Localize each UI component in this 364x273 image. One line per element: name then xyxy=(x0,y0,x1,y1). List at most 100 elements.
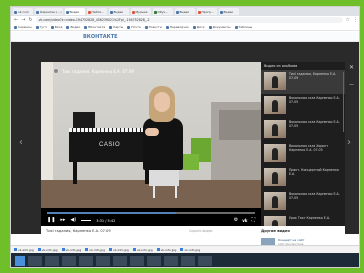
bookmark-item[interactable]: Диск xyxy=(192,25,205,29)
favicon-icon xyxy=(87,10,91,14)
bookmark-item[interactable]: Почта xyxy=(127,25,141,29)
next-video-icon[interactable]: › xyxy=(347,137,351,148)
bookmark-item[interactable]: Переводчик xyxy=(165,25,189,29)
playlist-thumbnail[interactable] xyxy=(264,96,286,114)
bookmark-item[interactable]: Таблицы xyxy=(234,25,252,29)
bookmark-item[interactable]: Карты xyxy=(109,25,123,29)
pause-icon[interactable]: ❚❚ xyxy=(47,218,55,223)
os-taskbar xyxy=(11,253,359,267)
playlist-item-title[interactable]: Урок Такт Карпенко Е.А. xyxy=(289,216,330,226)
playlist-item-title[interactable]: Практ. Концертной Карпенко Е.А. xyxy=(289,168,342,188)
minimize-icon[interactable]: — xyxy=(349,82,354,88)
bookmark-item[interactable]: Вход xyxy=(50,25,62,29)
taskbar-app[interactable] xyxy=(113,256,127,266)
playlist-item[interactable]: Вокальная сказ Карпенко Е.А. 07.05 xyxy=(261,94,345,118)
playlist-scrollbar[interactable] xyxy=(343,72,344,132)
download-item[interactable]: vk-info.jpg xyxy=(14,248,34,252)
back-icon[interactable]: ← xyxy=(14,17,18,23)
star-icon[interactable]: ☆ xyxy=(346,17,350,23)
browser-tab[interactable]: Прогр... xyxy=(196,8,217,15)
progress-bar[interactable] xyxy=(47,212,255,214)
download-item[interactable]: vk-info.jpg xyxy=(132,248,153,252)
bookmark-item[interactable]: Гугл xyxy=(35,25,47,29)
taskbar-app[interactable] xyxy=(198,256,212,266)
bookmark-icon xyxy=(109,25,113,29)
taskbar-app[interactable] xyxy=(164,256,178,266)
playlist-thumbnail[interactable] xyxy=(264,72,286,90)
vk-logo[interactable]: ВКОНТАКТЕ xyxy=(83,34,118,40)
playlist-thumbnail[interactable] xyxy=(264,192,286,210)
playlist-item[interactable]: Вокальная сказ Карпенко Е.А. 07.05 xyxy=(261,190,345,214)
volume-icon[interactable]: ◀) xyxy=(70,218,76,223)
prev-video-icon[interactable]: ‹ xyxy=(19,137,23,148)
bookmark-item[interactable]: Видео xyxy=(66,25,80,29)
bookmark-item[interactable]: Новости xyxy=(144,25,162,29)
browser-tab[interactable]: Музыка xyxy=(130,8,151,15)
avatar[interactable] xyxy=(53,68,59,74)
download-label: vk-info.jpg xyxy=(184,247,201,252)
playlist-thumbnail[interactable] xyxy=(264,120,286,138)
bookmark-label: Сервисы xyxy=(18,25,32,29)
browser-tab[interactable]: Видео xyxy=(218,8,239,15)
download-item[interactable]: vk-info.jpg xyxy=(61,248,81,252)
bookmark-item[interactable]: Документы xyxy=(208,25,231,29)
playlist-item-title[interactable]: Вокальная сказ Карпенко Е.А. 07.05 xyxy=(289,192,342,212)
vk-icon[interactable]: vk xyxy=(242,218,247,223)
bookmark-label: Карты xyxy=(113,25,124,29)
taskbar-app[interactable] xyxy=(96,256,110,266)
tab-label: Видео xyxy=(69,10,80,14)
next-icon[interactable]: ▸▸ xyxy=(60,218,65,223)
video-frame[interactable]: CASIO Тихі гадания, Карпенко Е.А. 07.09 xyxy=(41,62,261,208)
download-label: vk-info.jpg xyxy=(160,247,177,252)
download-item[interactable]: vk-info.jpg xyxy=(85,248,105,252)
taskbar-app[interactable] xyxy=(79,256,93,266)
video-player[interactable]: CASIO Тихі гадания, Карпенко Е.А. 07.09 xyxy=(41,62,261,226)
url-field[interactable]: vk.com/video?z=video-194752828_456239021… xyxy=(35,17,343,23)
browser-tab[interactable]: Видео xyxy=(174,8,195,15)
volume-slider[interactable] xyxy=(81,220,92,221)
browser-tab[interactable]: vk.com xyxy=(13,8,33,15)
playlist-item[interactable]: Урок Такт Карпенко Е.А. xyxy=(261,214,345,226)
bookmark-item[interactable]: ВКонтакте xyxy=(84,25,105,29)
hide-video-link[interactable]: Скрыть видео xyxy=(189,229,213,233)
taskbar-app[interactable] xyxy=(62,256,76,266)
taskbar-app[interactable] xyxy=(45,256,59,266)
close-icon[interactable]: ✕ xyxy=(349,64,354,71)
playlist-item[interactable]: Практ. Концертной Карпенко Е.А. xyxy=(261,166,345,190)
fullscreen-icon[interactable]: ⛶ xyxy=(251,218,255,223)
download-item[interactable]: vk-info.jpg xyxy=(180,248,200,252)
browser-tab[interactable]: Обуч... xyxy=(152,8,173,15)
taskbar-app[interactable] xyxy=(130,256,144,266)
reload-icon[interactable]: ↻ xyxy=(28,17,32,23)
bookmark-icon xyxy=(14,25,17,29)
download-item[interactable]: vk-info.jpg xyxy=(109,248,129,252)
playlist-thumbnail[interactable] xyxy=(264,168,286,186)
playlist-thumbnail[interactable] xyxy=(264,144,286,162)
playlist-item-title[interactable]: Тихі гадания, Карпенко Е.А. 07.09 xyxy=(289,72,342,92)
taskbar-app[interactable] xyxy=(181,256,195,266)
video-title-overlay: Тихі гадания, Карпенко Е.А. 07.09 xyxy=(53,68,134,74)
playlist-item[interactable]: Вокальная сказ Хорист Карпенко Е.А. 07.0… xyxy=(261,142,345,166)
playlist-item-title[interactable]: Вокальная сказ Карпенко Е.А. 07.05 xyxy=(289,96,342,116)
playlist-item[interactable]: Вокальная сказ Карпенко Е.А. 07.05 xyxy=(261,118,345,142)
bookmark-item[interactable]: Сервисы xyxy=(14,25,32,29)
browser-tab[interactable]: Видео xyxy=(108,8,129,15)
browser-tab[interactable]: Карантин (...) xyxy=(35,8,63,15)
taskbar-app[interactable] xyxy=(28,256,42,266)
browser-tab[interactable]: Найти... xyxy=(86,8,107,15)
playlist-item-title[interactable]: Вокальная сказ Хорист Карпенко Е.А. 07.0… xyxy=(289,144,342,164)
playlist-item-title[interactable]: Вокальная сказ Карпенко Е.А. 07.05 xyxy=(289,120,342,140)
menu-icon[interactable]: ⋮ xyxy=(353,17,358,23)
start-icon[interactable] xyxy=(15,256,25,266)
bookmark-label: Документы xyxy=(212,25,231,29)
video-title[interactable]: Тихі гадания, Карпенко Е.А. 07.09 xyxy=(62,69,134,74)
forward-icon[interactable]: → xyxy=(21,17,25,23)
taskbar-app[interactable] xyxy=(147,256,161,266)
playlist-item[interactable]: Тихі гадания, Карпенко Е.А. 07.09 xyxy=(261,70,345,94)
download-item[interactable]: vk-info.jpg xyxy=(156,247,177,252)
bookmark-icon xyxy=(165,25,169,29)
browser-tab[interactable]: Видео xyxy=(64,8,85,15)
settings-icon[interactable]: ⚙ xyxy=(234,218,238,223)
download-item[interactable]: vk-info.jpg xyxy=(37,248,58,252)
playlist-thumbnail[interactable] xyxy=(264,216,286,226)
